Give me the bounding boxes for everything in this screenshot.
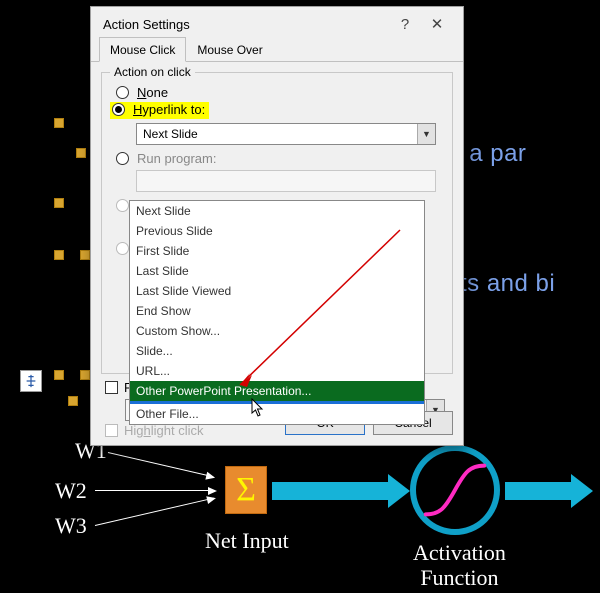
hyperlink-dropdown-list[interactable]: Next Slide Previous Slide First Slide La… (129, 200, 425, 425)
activation-label: Activation Function (413, 540, 506, 591)
selection-handle[interactable] (68, 396, 78, 406)
dropdown-item[interactable]: URL... (130, 361, 424, 381)
selection-handle[interactable] (54, 370, 64, 380)
selection-handle[interactable] (80, 370, 90, 380)
hyperlink-combo[interactable]: Next Slide ▼ (136, 123, 436, 145)
arrow-w1 (108, 452, 213, 477)
radio-none-row[interactable]: None (116, 85, 444, 100)
dialog-title: Action Settings (103, 17, 389, 32)
help-button[interactable]: ? (389, 16, 421, 33)
dropdown-item[interactable]: Other File... (130, 404, 424, 424)
group-label: Action on click (110, 65, 195, 79)
arrow-activation-out (505, 482, 575, 500)
chevron-down-icon[interactable]: ▼ (417, 124, 435, 144)
selection-handle[interactable] (54, 118, 64, 128)
selection-handle[interactable] (54, 198, 64, 208)
tab-mouse-click[interactable]: Mouse Click (99, 37, 186, 62)
activation-circle (410, 445, 500, 535)
selection-handle[interactable] (76, 148, 86, 158)
dropdown-item[interactable]: Slide... (130, 341, 424, 361)
hyperlink-combo-value: Next Slide (143, 127, 198, 141)
arrow-w2 (95, 490, 215, 491)
checkbox-icon (105, 424, 118, 437)
radio-icon (116, 199, 129, 212)
dropdown-item[interactable]: End Show (130, 301, 424, 321)
radio-run-program-label: Run program: (137, 151, 216, 166)
dropdown-item[interactable]: First Slide (130, 241, 424, 261)
run-program-input (136, 170, 436, 192)
anchor-icon[interactable] (20, 370, 42, 392)
tab-mouse-over[interactable]: Mouse Over (186, 37, 273, 62)
weight-label-w2: W2 (55, 478, 87, 504)
arrow-w3 (95, 498, 214, 526)
mouse-cursor-icon (250, 398, 266, 418)
highlight-label: Highlight click (124, 423, 204, 438)
checkbox-icon (105, 381, 118, 394)
selection-handle[interactable] (54, 250, 64, 260)
arrow-sigma-to-activation (272, 482, 392, 500)
radio-icon (112, 103, 125, 116)
close-button[interactable]: ✕ (421, 15, 453, 33)
dropdown-item[interactable]: Last Slide (130, 261, 424, 281)
radio-icon (116, 152, 129, 165)
selection-handle[interactable] (80, 250, 90, 260)
slide-body-line-2: ts and bi (460, 270, 555, 298)
radio-icon (116, 242, 129, 255)
dropdown-item-hovered[interactable]: Other PowerPoint Presentation... (130, 381, 424, 401)
radio-none-label: None (137, 85, 168, 100)
dropdown-item[interactable]: Next Slide (130, 201, 424, 221)
dialog-titlebar[interactable]: Action Settings ? ✕ (91, 7, 463, 37)
dropdown-item[interactable]: Previous Slide (130, 221, 424, 241)
dropdown-item[interactable]: Custom Show... (130, 321, 424, 341)
radio-run-program-row[interactable]: Run program: (116, 151, 444, 166)
radio-hyperlink-label: Hyperlink to: (133, 102, 205, 117)
radio-hyperlink-row[interactable]: Hyperlink to: (110, 102, 444, 119)
net-input-label: Net Input (205, 528, 289, 554)
tab-strip: Mouse Click Mouse Over (91, 37, 463, 62)
dropdown-item[interactable]: Last Slide Viewed (130, 281, 424, 301)
sigma-box: Σ (225, 466, 267, 514)
weight-label-w3: W3 (55, 513, 87, 539)
radio-icon (116, 86, 129, 99)
